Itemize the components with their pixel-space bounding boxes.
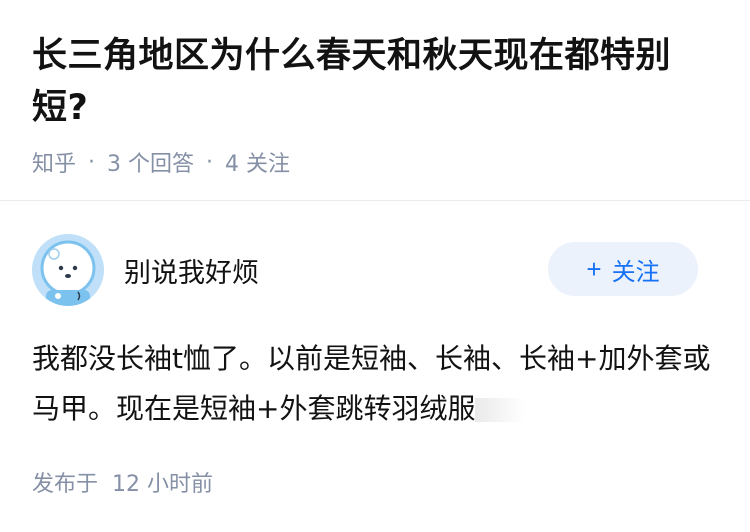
publish-info: 发布于 12 小时前 (32, 466, 213, 498)
source-label[interactable]: 知乎 (32, 146, 76, 178)
question-meta: 知乎 · 3 个回答 · 4 关注 (32, 146, 722, 178)
follow-button-label: 关注 (611, 258, 660, 286)
follow-count[interactable]: 4 关注 (225, 146, 290, 178)
answer-count[interactable]: 3 个回答 (107, 146, 194, 178)
question-title[interactable]: 长三角地区为什么春天和秋天现在都特别短? (32, 30, 722, 134)
section-divider (0, 200, 750, 201)
answer-content[interactable]: 我都没长袖t恤了。以前是短袖、长袖、长袖+加外套或马甲。现在是短袖+外套跳转羽绒… (32, 334, 712, 434)
avatar[interactable] (32, 234, 104, 306)
published-time: 12 小时前 (112, 472, 214, 497)
question-header: 长三角地区为什么春天和秋天现在都特别短? 知乎 · 3 个回答 · 4 关注 (32, 30, 722, 178)
answer-text: 我都没长袖t恤了。以前是短袖、长袖、长袖+加外套或马甲。现在是短袖+外套跳转羽绒… (32, 342, 711, 425)
plus-icon: + (586, 253, 602, 284)
author-row: 别说我好烦 + 关注 (32, 234, 698, 306)
meta-separator: · (206, 149, 214, 175)
truncation-fade (475, 398, 526, 422)
meta-separator: · (88, 149, 96, 175)
polar-bear-astronaut-avatar-icon (32, 234, 104, 306)
author-name[interactable]: 别说我好烦 (124, 251, 259, 290)
published-label: 发布于 (32, 472, 99, 497)
follow-button[interactable]: + 关注 (548, 242, 698, 296)
